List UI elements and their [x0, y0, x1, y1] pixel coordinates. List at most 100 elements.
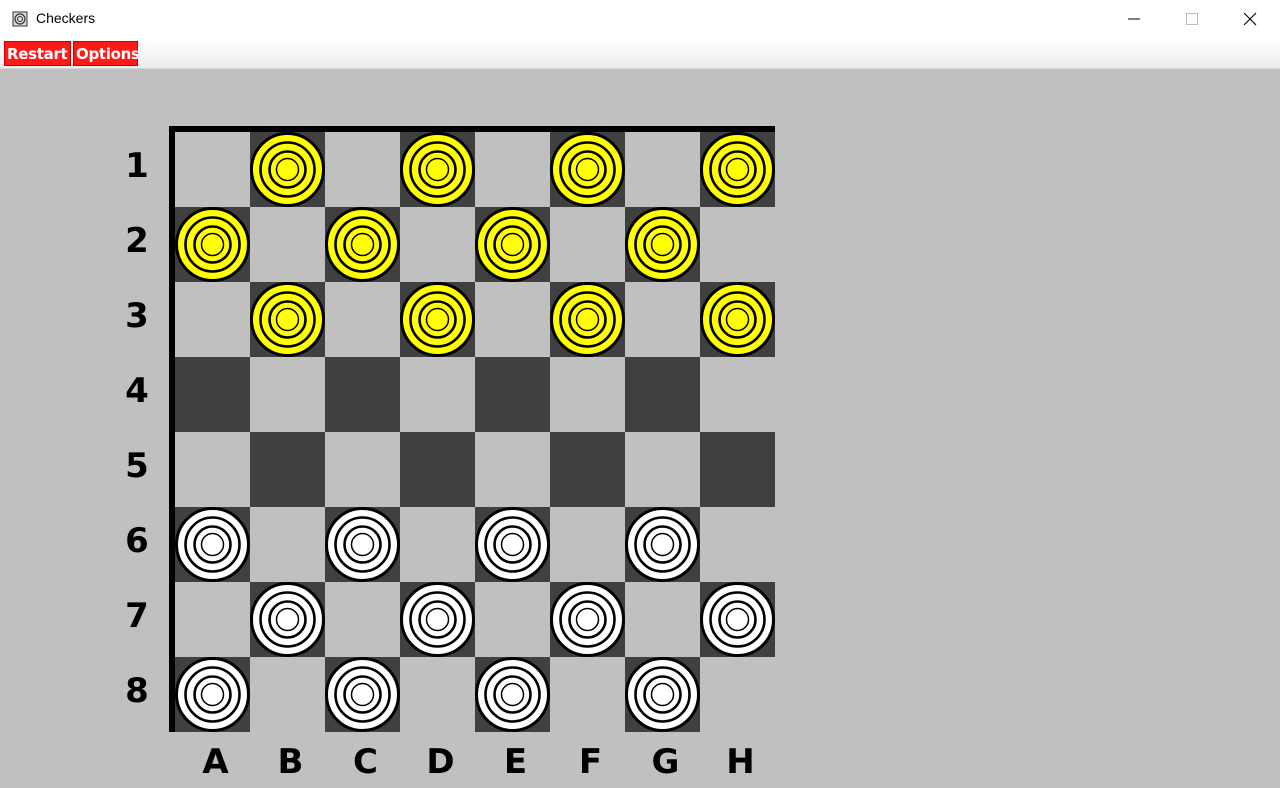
square-e3[interactable]: [475, 282, 550, 357]
square-d8[interactable]: [400, 657, 475, 732]
square-c2[interactable]: [325, 207, 400, 282]
square-f2[interactable]: [550, 207, 625, 282]
white-checker-piece[interactable]: [625, 507, 700, 582]
square-f1[interactable]: [550, 132, 625, 207]
white-checker-piece[interactable]: [400, 582, 475, 657]
square-a6[interactable]: [175, 507, 250, 582]
square-g8[interactable]: [625, 657, 700, 732]
square-d3[interactable]: [400, 282, 475, 357]
yellow-checker-piece[interactable]: [250, 282, 325, 357]
options-button[interactable]: Options: [73, 41, 140, 66]
close-button[interactable]: [1221, 0, 1279, 38]
square-b1[interactable]: [250, 132, 325, 207]
yellow-checker-piece[interactable]: [550, 132, 625, 207]
file-label-h: H: [726, 742, 755, 782]
yellow-checker-piece[interactable]: [400, 282, 475, 357]
square-g7[interactable]: [625, 582, 700, 657]
yellow-checker-piece[interactable]: [325, 207, 400, 282]
square-h8[interactable]: [700, 657, 775, 732]
minimize-button[interactable]: [1105, 0, 1163, 38]
square-a8[interactable]: [175, 657, 250, 732]
square-e5[interactable]: [475, 432, 550, 507]
square-b4[interactable]: [250, 357, 325, 432]
square-a2[interactable]: [175, 207, 250, 282]
yellow-checker-piece[interactable]: [250, 132, 325, 207]
square-e4[interactable]: [475, 357, 550, 432]
square-h7[interactable]: [700, 582, 775, 657]
white-checker-piece[interactable]: [325, 657, 400, 732]
square-h5[interactable]: [700, 432, 775, 507]
square-d4[interactable]: [400, 357, 475, 432]
white-checker-piece[interactable]: [175, 657, 250, 732]
square-c5[interactable]: [325, 432, 400, 507]
square-e6[interactable]: [475, 507, 550, 582]
square-h1[interactable]: [700, 132, 775, 207]
square-f8[interactable]: [550, 657, 625, 732]
square-d1[interactable]: [400, 132, 475, 207]
file-label-e: E: [503, 742, 528, 782]
yellow-checker-piece[interactable]: [625, 207, 700, 282]
file-label-c: C: [353, 742, 378, 782]
square-c1[interactable]: [325, 132, 400, 207]
square-h2[interactable]: [700, 207, 775, 282]
white-checker-piece[interactable]: [250, 582, 325, 657]
white-checker-piece[interactable]: [625, 657, 700, 732]
square-a4[interactable]: [175, 357, 250, 432]
menu-bar: Restart Options: [0, 38, 1280, 69]
square-g1[interactable]: [625, 132, 700, 207]
file-label-b: B: [277, 742, 304, 782]
square-d2[interactable]: [400, 207, 475, 282]
square-a1[interactable]: [175, 132, 250, 207]
square-b5[interactable]: [250, 432, 325, 507]
square-b2[interactable]: [250, 207, 325, 282]
square-a5[interactable]: [175, 432, 250, 507]
rank-label-2: 2: [125, 221, 149, 261]
square-c4[interactable]: [325, 357, 400, 432]
white-checker-piece[interactable]: [325, 507, 400, 582]
square-e2[interactable]: [475, 207, 550, 282]
maximize-button[interactable]: [1163, 0, 1221, 38]
yellow-checker-piece[interactable]: [550, 282, 625, 357]
square-g2[interactable]: [625, 207, 700, 282]
title-bar: Checkers: [0, 0, 1280, 39]
square-c6[interactable]: [325, 507, 400, 582]
square-d7[interactable]: [400, 582, 475, 657]
restart-button[interactable]: Restart: [4, 41, 71, 66]
white-checker-piece[interactable]: [175, 507, 250, 582]
white-checker-piece[interactable]: [700, 582, 775, 657]
square-f3[interactable]: [550, 282, 625, 357]
square-f4[interactable]: [550, 357, 625, 432]
square-g6[interactable]: [625, 507, 700, 582]
square-h4[interactable]: [700, 357, 775, 432]
square-f7[interactable]: [550, 582, 625, 657]
square-c7[interactable]: [325, 582, 400, 657]
square-g3[interactable]: [625, 282, 700, 357]
square-d6[interactable]: [400, 507, 475, 582]
white-checker-piece[interactable]: [550, 582, 625, 657]
square-b7[interactable]: [250, 582, 325, 657]
white-checker-piece[interactable]: [475, 507, 550, 582]
yellow-checker-piece[interactable]: [400, 132, 475, 207]
square-c3[interactable]: [325, 282, 400, 357]
square-e1[interactable]: [475, 132, 550, 207]
square-c8[interactable]: [325, 657, 400, 732]
square-a3[interactable]: [175, 282, 250, 357]
square-f5[interactable]: [550, 432, 625, 507]
square-h3[interactable]: [700, 282, 775, 357]
square-a7[interactable]: [175, 582, 250, 657]
yellow-checker-piece[interactable]: [175, 207, 250, 282]
yellow-checker-piece[interactable]: [700, 132, 775, 207]
yellow-checker-piece[interactable]: [700, 282, 775, 357]
square-b8[interactable]: [250, 657, 325, 732]
square-b6[interactable]: [250, 507, 325, 582]
square-f6[interactable]: [550, 507, 625, 582]
square-e8[interactable]: [475, 657, 550, 732]
white-checker-piece[interactable]: [475, 657, 550, 732]
square-g5[interactable]: [625, 432, 700, 507]
square-e7[interactable]: [475, 582, 550, 657]
square-d5[interactable]: [400, 432, 475, 507]
yellow-checker-piece[interactable]: [475, 207, 550, 282]
square-h6[interactable]: [700, 507, 775, 582]
square-b3[interactable]: [250, 282, 325, 357]
square-g4[interactable]: [625, 357, 700, 432]
